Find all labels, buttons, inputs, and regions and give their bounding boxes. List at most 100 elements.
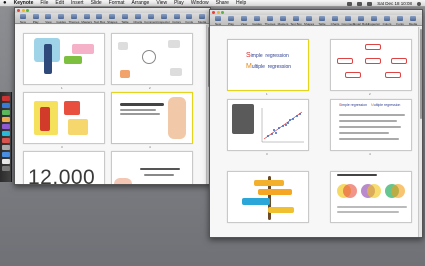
slide-thumbnail-selected[interactable] xyxy=(111,92,193,144)
toolbar-guides[interactable]: Guides xyxy=(251,16,263,26)
dock-app-icon[interactable] xyxy=(2,159,10,164)
minimize-button[interactable] xyxy=(21,9,25,12)
toolbar-label: View xyxy=(45,20,52,24)
slide-text-line xyxy=(337,211,399,213)
slide-title-line: Multiple regression xyxy=(371,103,400,107)
dock-app-icon[interactable] xyxy=(2,145,10,150)
toolbar-themes[interactable]: Themes xyxy=(68,14,80,24)
toolbar-new[interactable]: New xyxy=(212,16,224,26)
zoom-button[interactable] xyxy=(221,11,224,14)
toolbar-charts[interactable]: Charts xyxy=(329,16,341,26)
menu-share[interactable]: Share xyxy=(216,0,229,6)
menu-view[interactable]: View xyxy=(156,0,167,6)
slide-thumbnail[interactable] xyxy=(330,39,412,91)
toolbar-guides[interactable]: Guides xyxy=(55,14,67,24)
table-icon xyxy=(122,14,128,19)
toolbar-label: Colors xyxy=(382,22,392,26)
toolbar-masters[interactable]: Masters xyxy=(277,16,289,26)
slide-thumbnail[interactable] xyxy=(227,99,309,151)
slide-thumbnail[interactable] xyxy=(227,171,309,223)
portrait-photo xyxy=(232,104,254,134)
slide-thumbnail[interactable] xyxy=(23,33,105,85)
toolbar-charts[interactable]: Charts xyxy=(132,14,144,24)
slide-thumbnail[interactable] xyxy=(23,92,105,144)
dock-app-icon[interactable] xyxy=(2,110,10,115)
menu-play[interactable]: Play xyxy=(174,0,184,6)
mindmap-node xyxy=(120,70,130,78)
toolbar-comment[interactable]: Comment xyxy=(144,14,157,24)
charts-icon xyxy=(332,16,338,21)
menu-help[interactable]: Help xyxy=(236,0,246,6)
minimize-button[interactable] xyxy=(216,11,220,14)
toolbar-label: Masters xyxy=(81,20,93,24)
diagram-box xyxy=(385,72,401,78)
slide-thumbnail[interactable]: 12,000 xyxy=(23,151,105,184)
toolbar-table[interactable]: Table xyxy=(119,14,131,24)
menu-window[interactable]: Window xyxy=(191,0,209,6)
dock-app-icon[interactable] xyxy=(2,96,10,101)
wifi-icon[interactable] xyxy=(347,1,353,6)
dock-trash-icon[interactable] xyxy=(2,166,10,171)
slide-graphic xyxy=(64,56,82,64)
volume-icon[interactable] xyxy=(357,1,363,6)
dock-app-icon[interactable] xyxy=(2,138,10,143)
masters-icon xyxy=(280,16,286,21)
title-word: ultiple xyxy=(251,64,265,70)
toolbar-themes[interactable]: Themes xyxy=(264,16,276,26)
toolbar-label: New xyxy=(214,22,221,26)
toolbar-textbox[interactable]: Text Box xyxy=(290,16,302,26)
toolbar-media[interactable]: Media xyxy=(196,14,208,24)
menu-arrange[interactable]: Arrange xyxy=(132,0,150,6)
dock-app-icon[interactable] xyxy=(2,117,10,122)
toolbar-play[interactable]: Play xyxy=(225,16,237,26)
close-button[interactable] xyxy=(212,11,215,14)
slide-thumbnail-selected[interactable]: Simple regression Multiple regression xyxy=(227,39,309,91)
toolbar-colors[interactable]: Colors xyxy=(171,14,183,24)
mindmap-node xyxy=(170,68,182,76)
toolbar-label: Text Box xyxy=(290,22,302,26)
slide-thumbnail[interactable]: Simple regression Multiple regression xyxy=(330,99,412,151)
toolbar-media[interactable]: Media xyxy=(407,16,419,26)
slide-thumbnail[interactable] xyxy=(330,171,412,223)
toolbar-table[interactable]: Table xyxy=(316,16,328,26)
toolbar-view[interactable]: View xyxy=(238,16,250,26)
spotlight-icon[interactable] xyxy=(417,1,421,6)
menu-clock[interactable]: Sat Dec 18 10:08 xyxy=(377,1,412,6)
dock-app-icon[interactable] xyxy=(2,103,10,108)
apple-menu-icon[interactable]: ● xyxy=(3,0,7,6)
dock-app-icon[interactable] xyxy=(2,131,10,136)
toolbar-fonts[interactable]: Fonts xyxy=(394,16,406,26)
slide-thumbnail[interactable] xyxy=(111,33,193,85)
menu-app-name[interactable]: Keynote xyxy=(14,0,34,6)
toolbar-comment[interactable]: Comment xyxy=(342,16,355,26)
toolbar-fonts[interactable]: Fonts xyxy=(183,14,195,24)
scroll-thumb[interactable] xyxy=(419,29,422,119)
menu-file[interactable]: File xyxy=(40,0,48,6)
zoom-button[interactable] xyxy=(26,9,29,12)
toolbar-inspector[interactable]: Inspector xyxy=(368,16,380,26)
toolbar-inspector[interactable]: Inspector xyxy=(157,14,170,24)
toolbar-play[interactable]: Play xyxy=(30,14,42,24)
toolbar-view[interactable]: View xyxy=(43,14,55,24)
toolbar-textbox[interactable]: Text Box xyxy=(94,14,106,24)
inspector-icon xyxy=(160,14,167,19)
toolbar-smartbuild[interactable]: Smart Build xyxy=(353,16,369,26)
toolbar-shapes[interactable]: Shapes xyxy=(303,16,315,26)
menu-slide[interactable]: Slide xyxy=(91,0,102,6)
menu-format[interactable]: Format xyxy=(109,0,125,6)
mindmap-node xyxy=(118,42,128,50)
slide-graphic xyxy=(68,119,88,135)
menu-insert[interactable]: Insert xyxy=(71,0,84,6)
dock-app-icon[interactable] xyxy=(2,152,10,157)
slide-thumbnail[interactable] xyxy=(111,151,193,184)
toolbar-shapes[interactable]: Shapes xyxy=(106,14,118,24)
toolbar-new[interactable]: New xyxy=(17,14,29,24)
close-button[interactable] xyxy=(17,9,20,12)
vertical-scrollbar[interactable] xyxy=(418,27,422,237)
toolbar-masters[interactable]: Masters xyxy=(81,14,93,24)
menu-edit[interactable]: Edit xyxy=(55,0,64,6)
dock-app-icon[interactable] xyxy=(2,124,10,129)
battery-icon[interactable] xyxy=(367,1,373,6)
mindmap-node xyxy=(142,50,156,64)
toolbar-colors[interactable]: Colors xyxy=(381,16,393,26)
